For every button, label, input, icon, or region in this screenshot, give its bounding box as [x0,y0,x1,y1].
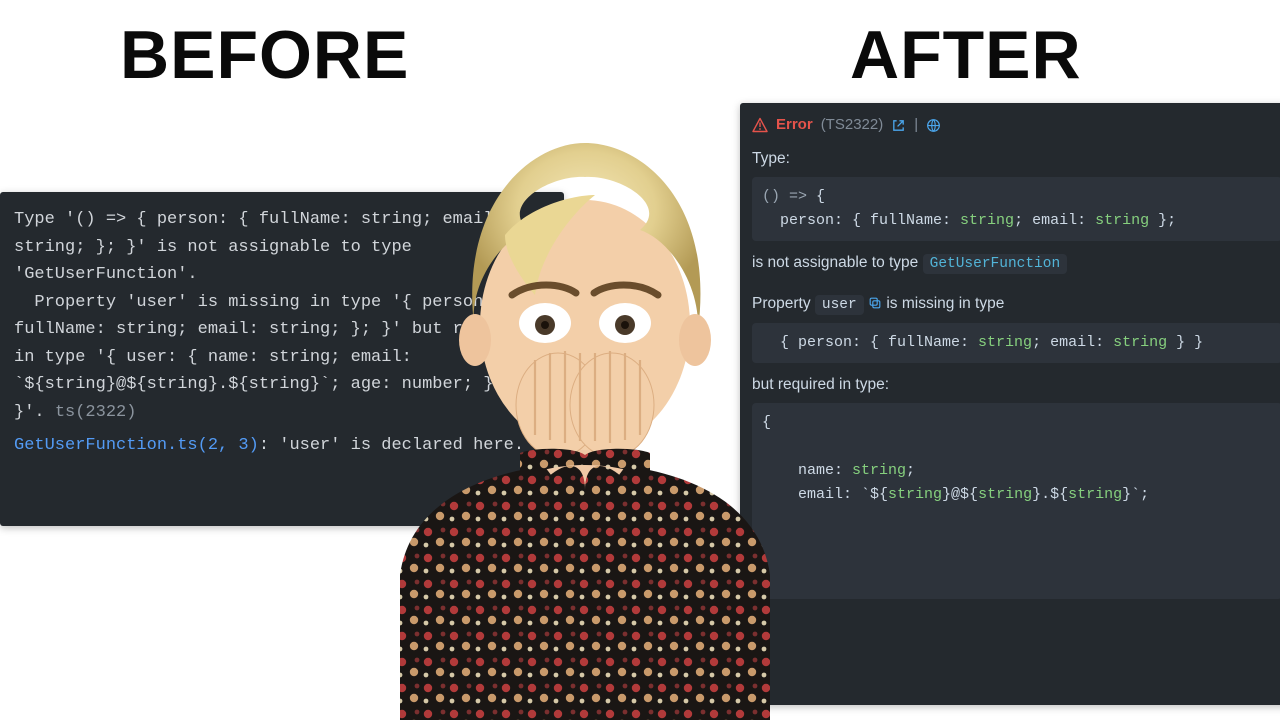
heading-before: BEFORE [120,16,409,94]
error-code: ts(2322) [55,403,137,422]
assignable-line: is not assignable to type GetUserFunctio… [752,251,1280,276]
property-chip: user [815,295,864,315]
copy-icon[interactable] [868,296,882,310]
error-label: Error [776,113,813,137]
missing-type-box: { person: { fullName: string; email: str… [752,323,1280,363]
target-type-chip[interactable]: GetUserFunction [923,254,1068,274]
heading-after: AFTER [850,16,1082,94]
error-header: Error (TS2322) | [752,113,1280,137]
source-type-box: () => { person: { fullName: string; emai… [752,177,1280,241]
globe-icon[interactable] [926,118,941,133]
person-foreground [370,135,800,720]
source-location-link[interactable]: GetUserFunction.ts(2, 3) [14,436,259,455]
but-required-line: but required in type: [752,373,1280,397]
separator: | [914,113,918,137]
required-type-box: { name: string; email: `${string}@${stri… [752,403,1280,599]
type-label: Type: [752,147,1280,171]
error-code: (TS2322) [821,113,884,137]
after-tooltip-panel: Error (TS2322) | Type: () => { person: {… [740,103,1280,705]
property-line: Property user is missing in type [752,292,1280,317]
warning-icon [752,117,768,133]
open-external-icon[interactable] [891,118,906,133]
